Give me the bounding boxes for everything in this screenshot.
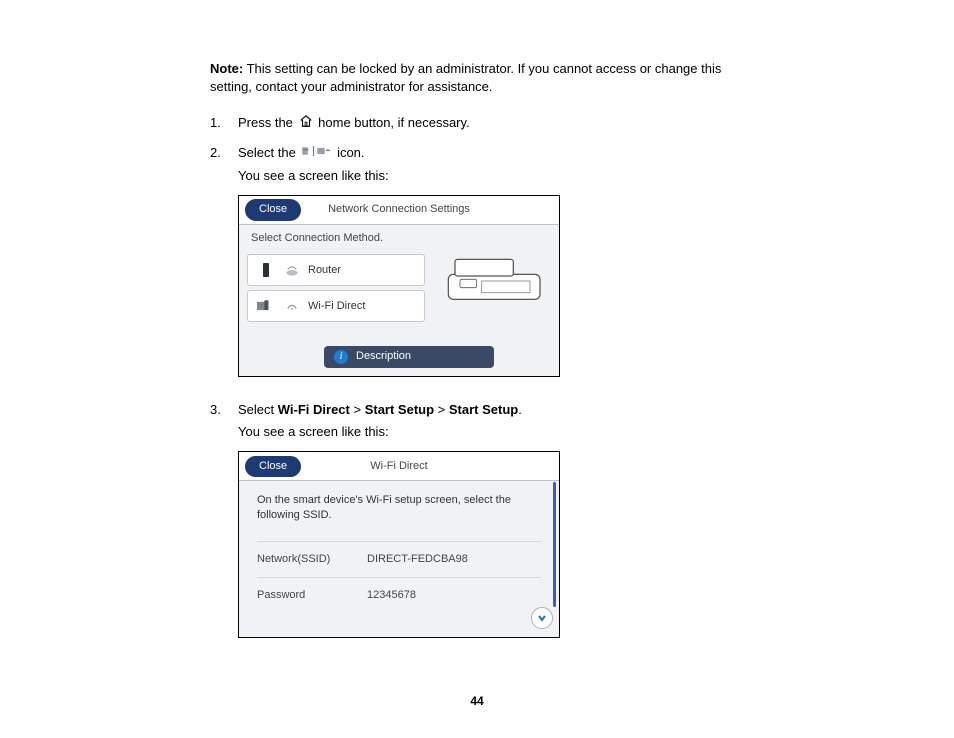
value-ssid: DIRECT-FEDCBA98 bbox=[367, 552, 468, 567]
scroll-down-button[interactable] bbox=[531, 607, 553, 629]
option-wifi-direct[interactable]: Wi-Fi Direct bbox=[247, 290, 425, 322]
note-text: This setting can be locked by an adminis… bbox=[210, 61, 721, 94]
network-icon bbox=[301, 144, 331, 163]
step3-b1: Wi-Fi Direct bbox=[278, 402, 350, 417]
step-3: 3. Select Wi-Fi Direct > Start Setup > S… bbox=[210, 401, 744, 656]
scrollbar[interactable] bbox=[553, 482, 556, 607]
step3-b3: Start Setup bbox=[449, 402, 518, 417]
step2-pre: Select the bbox=[238, 145, 299, 160]
step-number: 3. bbox=[210, 401, 238, 656]
row-ssid: Network(SSID) DIRECT-FEDCBA98 bbox=[257, 541, 541, 577]
close-button[interactable]: Close bbox=[245, 456, 301, 477]
printer-illustration bbox=[445, 251, 545, 306]
step1-pre: Press the bbox=[238, 115, 297, 130]
description-button[interactable]: i Description bbox=[324, 346, 494, 368]
devices-icon bbox=[256, 299, 276, 313]
option-router[interactable]: Router bbox=[247, 254, 425, 286]
option-wifidirect-label: Wi-Fi Direct bbox=[308, 299, 365, 314]
wifi-direct-message: On the smart device's Wi-Fi setup screen… bbox=[257, 493, 541, 523]
titlebar: Close Network Connection Settings bbox=[239, 196, 559, 225]
close-button[interactable]: Close bbox=[245, 199, 301, 220]
note-label: Note: bbox=[210, 61, 243, 76]
step-2: 2. Select the icon. You see a screen lik… bbox=[210, 144, 744, 395]
row-password: Password 12345678 bbox=[257, 577, 541, 613]
step2-post: icon. bbox=[337, 145, 364, 160]
screen-subtitle: Select Connection Method. bbox=[239, 225, 559, 250]
phone-icon bbox=[256, 262, 276, 278]
step1-post: home button, if necessary. bbox=[318, 115, 470, 130]
screenshot-wifi-direct: Close Wi-Fi Direct On the smart device's… bbox=[238, 451, 560, 638]
page-number: 44 bbox=[0, 694, 954, 708]
wifi-arc-icon bbox=[282, 300, 302, 312]
step2-follow: You see a screen like this: bbox=[238, 167, 744, 185]
home-icon bbox=[299, 114, 313, 133]
step-1: 1. Press the home button, if necessary. bbox=[210, 114, 744, 137]
value-password: 12345678 bbox=[367, 588, 416, 603]
step3-follow: You see a screen like this: bbox=[238, 423, 744, 441]
titlebar: Close Wi-Fi Direct bbox=[239, 452, 559, 481]
description-label: Description bbox=[356, 349, 411, 364]
router-icon bbox=[282, 263, 302, 277]
step-number: 1. bbox=[210, 114, 238, 137]
info-icon: i bbox=[334, 350, 348, 364]
option-router-label: Router bbox=[308, 263, 341, 278]
step-number: 2. bbox=[210, 144, 238, 395]
step3-b2: Start Setup bbox=[365, 402, 434, 417]
manual-page: Note: This setting can be locked by an a… bbox=[0, 0, 954, 702]
step3-pre: Select bbox=[238, 402, 278, 417]
note-paragraph: Note: This setting can be locked by an a… bbox=[210, 60, 744, 96]
screenshot-network-settings: Close Network Connection Settings Select… bbox=[238, 195, 560, 377]
label-password: Password bbox=[257, 588, 367, 603]
label-ssid: Network(SSID) bbox=[257, 552, 367, 567]
